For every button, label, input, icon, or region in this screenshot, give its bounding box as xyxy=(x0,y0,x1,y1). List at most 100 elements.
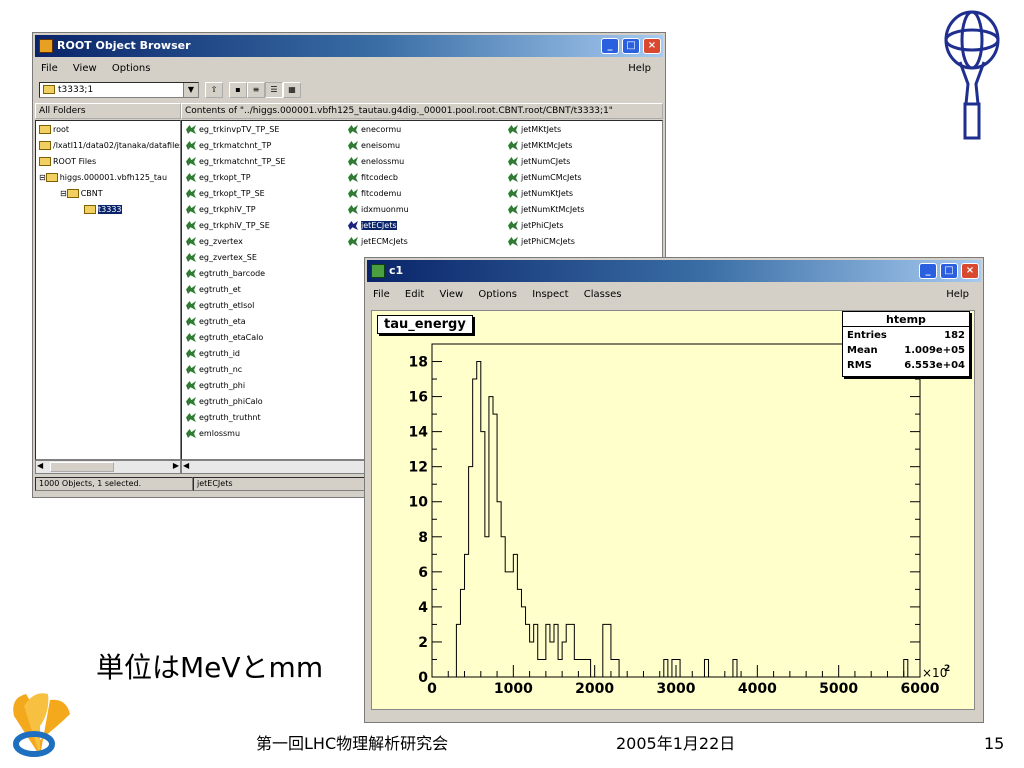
leaf-item-egtruth-truthnt[interactable]: egtruth_truthnt xyxy=(186,412,261,424)
close-button[interactable]: × xyxy=(961,263,979,279)
menu-help[interactable]: Help xyxy=(628,60,651,78)
scroll-left-icon[interactable]: ◀ xyxy=(37,461,43,470)
stats-box[interactable]: htemp Entries 182 Mean 1.009e+05 RMS 6.5… xyxy=(842,311,970,377)
menu-options[interactable]: Options xyxy=(478,289,517,300)
details-view-button[interactable]: ▦ xyxy=(283,82,301,98)
x-axis-exponent-power: 2 xyxy=(944,664,950,674)
leaf-item-egtruth-phi[interactable]: egtruth_phi xyxy=(186,380,245,392)
leaf-item-enelossmu[interactable]: enelossmu xyxy=(348,156,404,168)
status-object-count: 1000 Objects, 1 selected. xyxy=(35,477,193,491)
scroll-left-icon[interactable]: ◀ xyxy=(183,461,189,470)
leaf-item-egtruth-nc[interactable]: egtruth_nc xyxy=(186,364,242,376)
folder-icon xyxy=(45,173,58,182)
up-folder-button[interactable]: ⇧ xyxy=(205,82,223,98)
menu-inspect[interactable]: Inspect xyxy=(532,289,568,300)
leaf-item-egtruth-eta[interactable]: egtruth_eta xyxy=(186,316,246,328)
leaf-item-enecormu[interactable]: enecormu xyxy=(348,124,401,136)
canvas-titlebar[interactable]: c1 _ □ × xyxy=(367,260,981,282)
menu-classes[interactable]: Classes xyxy=(584,289,622,300)
leaf-item-fitcodecb[interactable]: fitcodecb xyxy=(348,172,398,184)
minimize-button[interactable]: _ xyxy=(601,38,619,54)
tree-item-root-files[interactable]: ROOT Files xyxy=(39,156,96,168)
leaf-item-idxmuonmu[interactable]: idxmuonmu xyxy=(348,204,409,216)
leaf-icon xyxy=(348,189,358,198)
y-tick-label: 16 xyxy=(409,390,428,406)
folder-tree-pane[interactable]: root /lxatl11/data02/jtanaka/datafiles R… xyxy=(35,120,181,460)
collapse-icon[interactable]: ⊟ xyxy=(60,189,67,198)
menu-options[interactable]: Options xyxy=(112,63,151,74)
tree-item-datafiles[interactable]: /lxatl11/data02/jtanaka/datafiles xyxy=(39,140,180,152)
plot-canvas[interactable]: 0 2 4 6 8 10 12 14 16 18 0 1000 2000 3000 4000 5000 6000… xyxy=(371,310,975,710)
menu-file[interactable]: File xyxy=(373,289,390,300)
menu-view[interactable]: View xyxy=(439,289,463,300)
menu-edit[interactable]: Edit xyxy=(405,289,424,300)
small-icons-button[interactable]: ≡ xyxy=(247,82,265,98)
leaf-item-jetnumcmcjets[interactable]: jetNumCMcJets xyxy=(508,172,582,184)
leaf-item-eg-trkmatchnt-tp[interactable]: eg_trkmatchnt_TP xyxy=(186,140,271,152)
leaf-item-fitcodemu[interactable]: fitcodemu xyxy=(348,188,401,200)
leaf-item-eg-trkopt-tp-se[interactable]: eg_trkopt_TP_SE xyxy=(186,188,265,200)
leaf-item-jetphicjets[interactable]: jetPhiCJets xyxy=(508,220,564,232)
leaf-item-eg-trkmatchnt-tp-se[interactable]: eg_trkmatchnt_TP_SE xyxy=(186,156,285,168)
leaf-icon xyxy=(348,205,358,214)
list-view-button[interactable]: ☰ xyxy=(265,82,283,98)
leaf-icon xyxy=(186,397,196,406)
leaf-item-egtruth-etisol[interactable]: egtruth_etIsol xyxy=(186,300,254,312)
tree-item-root[interactable]: root xyxy=(39,124,69,136)
leaf-item-eg-trkphiv-tp[interactable]: eg_trkphiV_TP xyxy=(186,204,256,216)
menu-view[interactable]: View xyxy=(73,63,97,74)
leaf-icon xyxy=(508,173,518,182)
leaf-item-egtruth-etacalo[interactable]: egtruth_etaCalo xyxy=(186,332,263,344)
path-combo[interactable]: t3333;1 ▼ xyxy=(39,82,199,98)
leaf-item-eg-trkinvptv-tp-se[interactable]: eg_trkinvpTV_TP_SE xyxy=(186,124,279,136)
scroll-thumb[interactable] xyxy=(50,462,114,472)
chevron-down-icon[interactable]: ▼ xyxy=(183,83,198,97)
leaf-item-jetphicmcjets[interactable]: jetPhiCMcJets xyxy=(508,236,575,248)
x-tick-label: 5000 xyxy=(819,681,858,697)
leaf-item-egtruth-phicalo[interactable]: egtruth_phiCalo xyxy=(186,396,263,408)
close-button[interactable]: × xyxy=(643,38,661,54)
leaf-item-jetecjets[interactable]: jetECJets xyxy=(348,220,397,232)
scroll-right-icon[interactable]: ▶ xyxy=(173,461,179,470)
leaf-item-eg-trkopt-tp[interactable]: eg_trkopt_TP xyxy=(186,172,251,184)
menu-file[interactable]: File xyxy=(41,63,58,74)
maximize-button[interactable]: □ xyxy=(940,263,958,279)
leaf-item-eg-zvertex-se[interactable]: eg_zvertex_SE xyxy=(186,252,257,264)
histogram-bin xyxy=(473,379,477,677)
histogram-bin xyxy=(481,432,485,677)
histogram-bin xyxy=(546,624,550,677)
large-icons-button[interactable]: ▪ xyxy=(229,82,247,98)
leaf-item-jetnumktjets[interactable]: jetNumKtJets xyxy=(508,188,573,200)
tree-item-cbnt[interactable]: ⊟ CBNT xyxy=(60,188,103,200)
maximize-button[interactable]: □ xyxy=(622,38,640,54)
leaf-icon xyxy=(186,285,196,294)
tree-item-t3333[interactable]: t3333 xyxy=(84,204,122,216)
leaf-item-jetnumcjets[interactable]: jetNumCJets xyxy=(508,156,570,168)
leaf-item-egtruth-et[interactable]: egtruth_et xyxy=(186,284,241,296)
leaf-item-egtruth-id[interactable]: egtruth_id xyxy=(186,348,240,360)
leaf-icon xyxy=(348,221,358,230)
leaf-icon xyxy=(186,237,196,246)
leaf-item-jetnumktmcjets[interactable]: jetNumKtMcJets xyxy=(508,204,584,216)
histogram-title[interactable]: tau_energy xyxy=(377,315,473,334)
leaf-item-eg-zvertex[interactable]: eg_zvertex xyxy=(186,236,243,248)
leaf-item-eneisomu[interactable]: eneisomu xyxy=(348,140,400,152)
browser-titlebar[interactable]: ROOT Object Browser _ □ × xyxy=(35,35,663,57)
leaf-item-jetmktjets[interactable]: jetMKtJets xyxy=(508,124,561,136)
leaf-item-eg-trkphiv-tp-se[interactable]: eg_trkphiV_TP_SE xyxy=(186,220,270,232)
histogram-outline xyxy=(432,361,920,678)
folder-pane-scrollbar[interactable]: ◀ ▶ xyxy=(35,460,181,474)
leaf-item-emlossmu[interactable]: emlossmu xyxy=(186,428,240,440)
collapse-icon[interactable]: ⊟ xyxy=(39,173,46,182)
leaf-item-egtruth-barcode[interactable]: egtruth_barcode xyxy=(186,268,265,280)
minimize-button[interactable]: _ xyxy=(919,263,937,279)
histogram-bin xyxy=(603,624,607,677)
menu-help[interactable]: Help xyxy=(946,286,969,304)
leaf-icon xyxy=(508,157,518,166)
leaf-item-jetecmcjets[interactable]: jetECMcJets xyxy=(348,236,408,248)
leaf-icon xyxy=(508,205,518,214)
canvas-app-icon xyxy=(371,264,385,278)
leaf-item-jetmktmcjets[interactable]: jetMKtMcJets xyxy=(508,140,572,152)
tree-item-higgs-file[interactable]: ⊟ higgs.000001.vbfh125_tau xyxy=(39,172,167,184)
contents-header: Contents of "../higgs.000001.vbfh125_tau… xyxy=(181,103,663,119)
